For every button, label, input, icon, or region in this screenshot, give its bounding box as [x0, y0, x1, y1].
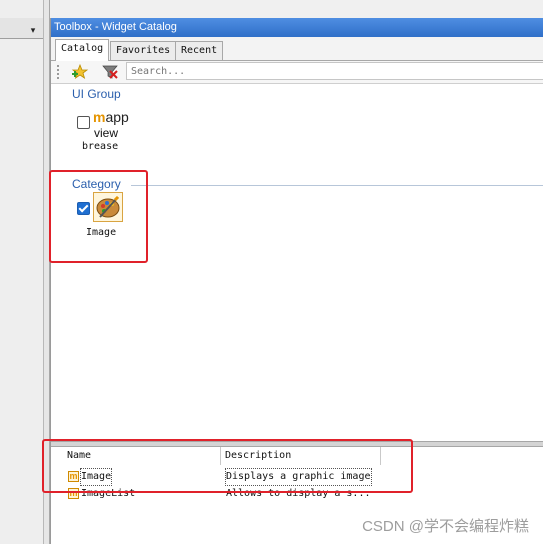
group-header-ui-group[interactable]: UI Group [72, 87, 121, 103]
tab-catalog[interactable]: Catalog [55, 39, 110, 61]
mapp-view-label: view [94, 126, 119, 140]
search-input[interactable] [126, 62, 543, 80]
tab-strip: Catalog Favorites Recent [51, 37, 543, 61]
catalog-toolbar [51, 61, 543, 84]
toolbar-grip-icon[interactable] [57, 65, 61, 79]
tab-recent[interactable]: Recent [175, 41, 224, 60]
mapp-logo: mapp [93, 109, 129, 125]
highlight-box-list [42, 439, 413, 493]
brease-label: brease [82, 141, 119, 152]
window-title: Toolbox - Widget Catalog [51, 18, 543, 37]
toolbox-window: Toolbox - Widget Catalog Catalog Favorit… [42, 18, 543, 544]
left-panel: ▾ [0, 0, 44, 544]
watermark: CSDN @学不会编程炸糕 [362, 518, 529, 535]
ui-group-checkbox[interactable] [77, 116, 90, 129]
tab-favorites[interactable]: Favorites [110, 41, 177, 60]
panel-menu-icon[interactable]: ▾ [27, 24, 39, 36]
highlight-box-category [49, 170, 148, 263]
filter-clear-icon[interactable] [101, 63, 119, 81]
group-divider [131, 185, 543, 186]
star-plus-icon[interactable] [71, 63, 89, 81]
catalog-content: UI Group mapp view brease Category Image [49, 84, 543, 474]
